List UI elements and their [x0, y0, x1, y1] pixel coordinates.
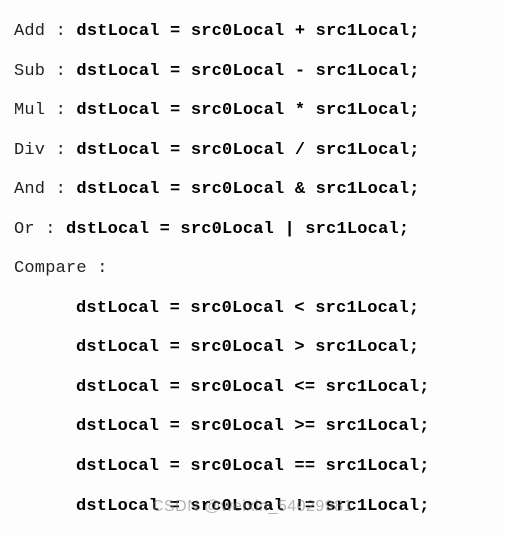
line-label: Sub : — [14, 62, 76, 81]
line-code: dstLocal = src0Local + src1Local; — [76, 22, 419, 41]
line-code: dstLocal = src0Local == src1Local; — [76, 457, 430, 476]
line-code: dstLocal = src0Local & src1Local; — [76, 180, 419, 199]
code-line: dstLocal = src0Local < src1Local; — [14, 299, 491, 319]
line-code: dstLocal = src0Local <= src1Local; — [76, 378, 430, 397]
code-line: Add : dstLocal = src0Local + src1Local; — [14, 22, 491, 42]
line-code: dstLocal = src0Local - src1Local; — [76, 62, 419, 81]
code-line: Div : dstLocal = src0Local / src1Local; — [14, 141, 491, 161]
line-label: Div : — [14, 141, 76, 160]
code-line: Or : dstLocal = src0Local | src1Local; — [14, 220, 491, 240]
line-code: dstLocal = src0Local < src1Local; — [76, 299, 419, 318]
line-label: Mul : — [14, 101, 76, 120]
line-label: Add : — [14, 22, 76, 41]
code-line: Sub : dstLocal = src0Local - src1Local; — [14, 62, 491, 82]
code-line: dstLocal = src0Local > src1Local; — [14, 338, 491, 358]
code-line: dstLocal = src0Local != src1Local; — [14, 497, 491, 517]
code-line: dstLocal = src0Local <= src1Local; — [14, 378, 491, 398]
code-listing: Add : dstLocal = src0Local + src1Local; S… — [0, 0, 505, 536]
code-line: Mul : dstLocal = src0Local * src1Local; — [14, 101, 491, 121]
line-label: Or : — [14, 220, 66, 239]
code-line: Compare : — [14, 259, 491, 279]
line-label: And : — [14, 180, 76, 199]
line-code: dstLocal = src0Local | src1Local; — [66, 220, 409, 239]
line-code: dstLocal = src0Local * src1Local; — [76, 101, 419, 120]
code-line: dstLocal = src0Local >= src1Local; — [14, 417, 491, 437]
code-line: dstLocal = src0Local == src1Local; — [14, 457, 491, 477]
line-code: dstLocal = src0Local >= src1Local; — [76, 417, 430, 436]
code-line: And : dstLocal = src0Local & src1Local; — [14, 180, 491, 200]
line-code: dstLocal = src0Local != src1Local; — [76, 497, 430, 516]
line-label: Compare : — [14, 259, 108, 278]
line-code: dstLocal = src0Local > src1Local; — [76, 338, 419, 357]
line-code: dstLocal = src0Local / src1Local; — [76, 141, 419, 160]
